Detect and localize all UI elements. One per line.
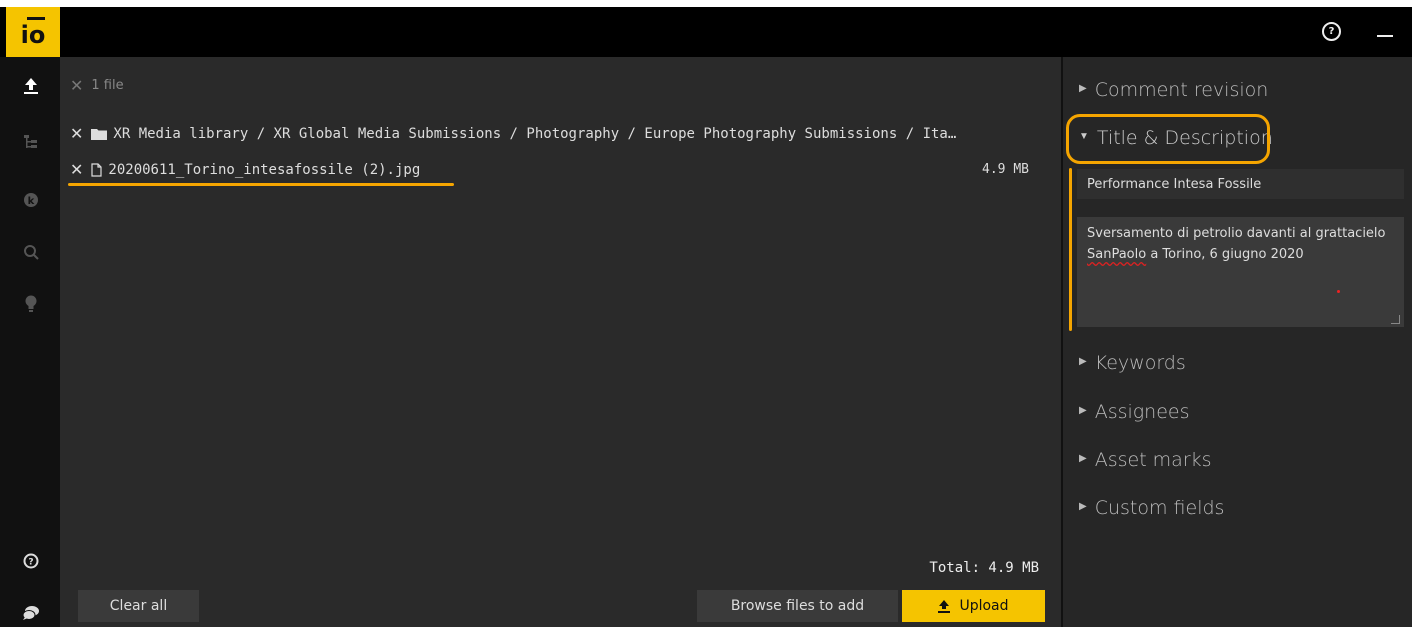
folder-row: ✕ XR Media library / XR Global Media Sub… bbox=[70, 124, 956, 143]
section-keywords-label: Keywords bbox=[1094, 352, 1186, 374]
title-input[interactable] bbox=[1077, 169, 1404, 199]
folder-icon bbox=[91, 128, 108, 140]
description-misspelled-word: SanPaolo bbox=[1087, 247, 1147, 262]
clear-all-label: Clear all bbox=[109, 598, 168, 614]
remove-folder-icon[interactable]: ✕ bbox=[70, 124, 83, 143]
file-list-pane: ✕ 1 file ✕ XR Media library / XR Global … bbox=[60, 57, 1061, 627]
caret-right-icon: ▶ bbox=[1079, 83, 1087, 94]
app-window: io ? k ? ✕ 1 file ✕ XR Media library / X… bbox=[0, 7, 1412, 627]
caret-right-icon: ▶ bbox=[1079, 453, 1087, 464]
remove-file-icon[interactable]: ✕ bbox=[70, 160, 83, 179]
upload-icon[interactable] bbox=[20, 75, 42, 97]
annotation-oval bbox=[1066, 114, 1270, 164]
total-size: Total: 4.9 MB bbox=[929, 560, 1039, 576]
description-textarea[interactable]: Sversamento di petrolio davanti al gratt… bbox=[1077, 217, 1404, 327]
browse-files-button[interactable]: Browse files to add bbox=[697, 590, 898, 622]
file-row: ✕ 20200611_Torino_intesafossile (2).jpg … bbox=[70, 160, 1045, 179]
top-bar: io ? bbox=[0, 7, 1412, 57]
caret-right-icon: ▶ bbox=[1079, 356, 1087, 367]
tree-icon[interactable] bbox=[20, 131, 42, 153]
lightbulb-icon[interactable] bbox=[20, 293, 42, 315]
logo-text: io bbox=[20, 21, 46, 49]
svg-text:?: ? bbox=[28, 558, 33, 568]
section-asset-marks[interactable]: ▶ Asset marks bbox=[1079, 449, 1212, 471]
help-circle-icon[interactable]: ? bbox=[1322, 22, 1341, 41]
annotation-underline bbox=[68, 183, 454, 186]
file-name[interactable]: 20200611_Torino_intesafossile (2).jpg bbox=[108, 162, 420, 178]
caret-right-icon: ▶ bbox=[1079, 501, 1087, 512]
search-icon[interactable] bbox=[20, 241, 42, 263]
sidebar: k ? bbox=[0, 57, 60, 627]
clear-all-button[interactable]: Clear all bbox=[78, 590, 199, 622]
svg-text:k: k bbox=[28, 196, 35, 207]
annotation-vertical-line bbox=[1069, 168, 1072, 331]
upload-button[interactable]: Upload bbox=[902, 590, 1045, 622]
caret-right-icon: ▶ bbox=[1079, 405, 1087, 416]
section-asset-marks-label: Asset marks bbox=[1094, 449, 1212, 471]
section-custom-fields-label: Custom fields bbox=[1094, 497, 1225, 519]
file-size: 4.9 MB bbox=[982, 162, 1029, 177]
description-text-1: Sversamento di petrolio davanti al gratt… bbox=[1087, 226, 1386, 241]
annotation-dot bbox=[1337, 290, 1340, 293]
section-comment-revision-label: Comment revision bbox=[1094, 79, 1269, 101]
chat-icon[interactable] bbox=[20, 602, 42, 624]
k-badge-icon[interactable]: k bbox=[20, 189, 42, 211]
section-custom-fields[interactable]: ▶ Custom fields bbox=[1079, 497, 1224, 519]
upload-label: Upload bbox=[959, 598, 1009, 614]
description-text-2: a Torino, 6 giugno 2020 bbox=[1146, 247, 1304, 262]
folder-path: XR Media library / XR Global Media Submi… bbox=[113, 125, 957, 142]
section-comment-revision[interactable]: ▶ Comment revision bbox=[1079, 79, 1268, 101]
logo-bar bbox=[27, 17, 45, 20]
file-count-row: ✕ 1 file bbox=[70, 76, 124, 95]
browse-files-label: Browse files to add bbox=[730, 598, 865, 614]
section-assignees-label: Assignees bbox=[1094, 401, 1190, 423]
section-assignees[interactable]: ▶ Assignees bbox=[1079, 401, 1190, 423]
section-keywords[interactable]: ▶ Keywords bbox=[1079, 352, 1186, 374]
help-circle-icon[interactable]: ? bbox=[20, 550, 42, 572]
minimize-icon[interactable] bbox=[1377, 35, 1393, 37]
clear-files-icon[interactable]: ✕ bbox=[70, 76, 83, 95]
file-icon bbox=[91, 162, 103, 177]
upload-icon bbox=[938, 599, 951, 613]
file-count: 1 file bbox=[91, 78, 124, 93]
app-logo[interactable]: io bbox=[6, 7, 60, 57]
resize-handle-icon[interactable] bbox=[1391, 315, 1400, 324]
